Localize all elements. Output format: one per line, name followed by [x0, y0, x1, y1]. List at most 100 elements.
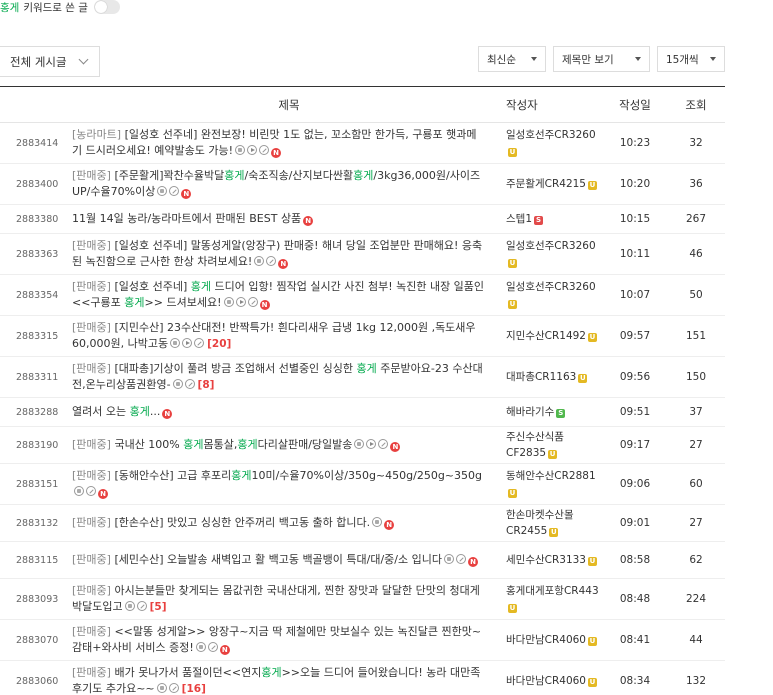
post-number: 2883151: [0, 463, 72, 505]
post-title-link[interactable]: [판매중] [일성호 선주네] 말똥성게알(앙장구) 판매중! 해녀 당일 조업…: [72, 239, 482, 268]
post-author-cell: 주문활게CR4215 U: [506, 163, 603, 205]
post-title-link[interactable]: [판매중] 배가 못나가서 품절이던<<연지홍게>>오늘 드디어 들어왔습니다!…: [72, 666, 480, 695]
post-author-cell: 일성호선주CR3260 U: [506, 122, 603, 164]
post-title-text: [대파총]기상이 풀려 방금 조업해서 선별중인 싱싱한: [114, 362, 357, 375]
table-row[interactable]: 2883363 [판매중] [일성호 선주네] 말똥성게알(앙장구) 판매중! 해…: [0, 233, 725, 275]
table-row[interactable]: 2883190 [판매중] 국내산 100% 홍게몸통살,홍게다리살판매/당일발송…: [0, 426, 725, 464]
post-title-text: [동해안수산] 고급 후포리: [114, 469, 232, 482]
table-row[interactable]: 2883400 [판매중] [주문활게]꽉찬수율박달홍게/숙조직송/산지보다싼활홍…: [0, 163, 725, 205]
post-title-link[interactable]: [판매중] [대파총]기상이 풀려 방금 조업해서 선별중인 싱싱한 홍게 주문…: [72, 362, 483, 391]
table-row[interactable]: 2883132 [판매중] [한손수산] 맛있고 싱싱한 안주꺼리 백고동 출하 …: [0, 504, 725, 542]
post-number: 2883414: [0, 122, 72, 164]
post-title-cell: [판매중] <<말똥 성게알>> 앙장구~지금 딱 제철에만 맛보실수 있는 녹…: [72, 619, 506, 661]
post-author[interactable]: 해바라기수: [506, 406, 554, 418]
post-author[interactable]: 일성호선주CR3260: [506, 129, 596, 141]
post-title-link[interactable]: [판매중] 국내산 100% 홍게몸통살,홍게다리살판매/당일발송: [72, 438, 352, 451]
image-icon: [74, 486, 84, 496]
table-row[interactable]: 2883354 [판매중] [일성호 선주네] 홍게 드디어 입항! 찜작업 실시…: [0, 274, 725, 316]
keyword-toggle[interactable]: [93, 0, 120, 14]
post-title-cell: [판매중] 아시는분들만 찾게되는 몸값귀한 국내산대게, 찐한 장맛과 달달한…: [72, 578, 506, 620]
table-row[interactable]: 2883115 [판매중] [세민수산] 오늘발송 새벽입고 활 백고동 백골뱅이…: [0, 541, 725, 579]
post-author-cell: 바다만남CR4060 U: [506, 660, 603, 695]
post-author[interactable]: 지민수산CR1492: [506, 330, 586, 342]
member-rank-icon: S: [534, 216, 544, 225]
member-rank-icon: S: [556, 409, 566, 418]
post-table: 제목 작성자 작성일 조회 2883414 [농라마트] [일성호 선주네] 완전…: [0, 86, 725, 695]
post-author[interactable]: 일성호선주CR3260: [506, 240, 596, 252]
table-row[interactable]: 2883315 [판매중] [지민수산] 23수산대전! 반짝특가! 흰다리새우 …: [0, 315, 725, 357]
post-views: 60: [667, 463, 725, 505]
table-row[interactable]: 2883060 [판매중] 배가 못나가서 품절이던<<연지홍게>>오늘 드디어 …: [0, 660, 725, 695]
image-icon: [444, 554, 454, 564]
post-date: 09:17: [603, 426, 667, 464]
comment-count[interactable]: [20]: [207, 338, 231, 350]
table-row[interactable]: 2883070 [판매중] <<말똥 성게알>> 앙장구~지금 딱 제철에만 맛보…: [0, 619, 725, 661]
post-number: 2883380: [0, 204, 72, 234]
member-rank-icon: U: [578, 374, 588, 383]
table-row[interactable]: 2883414 [농라마트] [일성호 선주네] 완전보장! 비린맛 1도 없는,…: [0, 122, 725, 164]
post-number: 2883363: [0, 233, 72, 275]
post-author[interactable]: 한손마켓수산몰CR2455: [506, 509, 574, 537]
view-mode-select[interactable]: 제목만 보기: [553, 46, 650, 72]
post-author[interactable]: 스텝1: [506, 213, 532, 225]
table-row[interactable]: 2883288 열려서 오는 홍게... N 해바라기수 S 09:51 37: [0, 397, 725, 427]
table-row[interactable]: 2883093 [판매중] 아시는분들만 찾게되는 몸값귀한 국내산대게, 찐한 …: [0, 578, 725, 620]
post-number: 2883190: [0, 426, 72, 464]
comment-count[interactable]: [16]: [182, 683, 206, 695]
keyword-filter: 홍게 키워드로 쓴 글: [0, 0, 120, 14]
attachment-icon: [266, 256, 277, 266]
post-title-link[interactable]: [판매중] [세민수산] 오늘발송 새벽입고 활 백고동 백골뱅이 특대/대/중…: [72, 553, 442, 566]
member-rank-icon: U: [508, 300, 517, 309]
post-author[interactable]: 바다만남CR4060: [506, 675, 586, 687]
comment-count[interactable]: [8]: [198, 379, 215, 391]
post-title-text: <<말똥 성게알>> 앙장구~지금 딱 제철에만 맛보실수 있는 녹진달큰 찐한…: [72, 625, 482, 654]
per-page-select-label: 15개씩: [666, 53, 699, 66]
new-icon: N: [468, 557, 478, 567]
post-author[interactable]: 바다만남CR4060: [506, 634, 586, 646]
board-select[interactable]: 전체 게시글: [0, 46, 100, 77]
post-title-text: >> 드셔보세요!: [144, 296, 222, 309]
keyword-text: 홍게: [0, 1, 20, 14]
table-row[interactable]: 2883151 [판매중] [동해안수산] 고급 후포리홍게10미/수율70%이상…: [0, 463, 725, 505]
post-date: 10:15: [603, 204, 667, 234]
sort-select-label: 최신순: [487, 53, 516, 66]
post-category: [판매중]: [72, 169, 115, 182]
comment-count[interactable]: [5]: [150, 601, 167, 613]
post-author[interactable]: 대파총CR1163: [506, 371, 576, 383]
image-icon: [372, 517, 383, 527]
image-icon: [195, 642, 206, 652]
post-number: 2883354: [0, 274, 72, 316]
post-category: [판매중]: [72, 625, 115, 638]
post-views: 151: [667, 315, 725, 357]
post-title-link[interactable]: [판매중] <<말똥 성게알>> 앙장구~지금 딱 제철에만 맛보실수 있는 녹…: [72, 625, 481, 654]
member-rank-icon: U: [508, 604, 517, 613]
post-title-text: /숙조직송/산지보다싼활: [244, 169, 354, 182]
post-author[interactable]: 주문활게CR4215: [506, 178, 586, 190]
post-author[interactable]: 일성호선주CR3260: [506, 281, 596, 293]
post-category: [판매중]: [72, 469, 115, 482]
post-date: 10:07: [603, 274, 667, 316]
post-title-link[interactable]: [판매중] [지민수산] 23수산대전! 반짝특가! 흰다리새우 급냉 1kg …: [72, 321, 476, 350]
post-title-link[interactable]: [판매중] [주문활게]꽉찬수율박달홍게/숙조직송/산지보다싼활홍게/3kg36…: [72, 169, 480, 198]
table-row[interactable]: 2883311 [판매중] [대파총]기상이 풀려 방금 조업해서 선별중인 싱싱…: [0, 356, 725, 398]
table-row[interactable]: 2883380 11월 14일 농라/농라마트에서 판매된 BEST 상품 N 스텝1…: [0, 204, 725, 234]
chevron-down-icon: [78, 54, 89, 65]
post-author[interactable]: 홍게대게포항CR443: [506, 585, 599, 597]
post-title-link[interactable]: 11월 14일 농라/농라마트에서 판매된 BEST 상품: [72, 212, 301, 225]
post-date: 09:56: [603, 356, 667, 398]
post-author[interactable]: 동해안수산CR2881: [506, 470, 596, 482]
keyword-highlight: 홍게: [353, 169, 374, 182]
post-author[interactable]: 세민수산CR3133: [506, 554, 586, 566]
post-title-cell: 11월 14일 농라/농라마트에서 판매된 BEST 상품 N: [72, 204, 506, 234]
post-author-cell: 일성호선주CR3260 U: [506, 274, 603, 316]
attachment-icon: [378, 439, 389, 449]
sort-select[interactable]: 최신순: [478, 46, 546, 72]
member-rank-icon: U: [508, 259, 517, 268]
post-title-text: [주문활게]꽉찬수율박달: [114, 169, 225, 182]
post-title-link[interactable]: [판매중] [일성호 선주네] 홍게 드디어 입항! 찜작업 실시간 사진 첨부…: [72, 280, 484, 309]
per-page-select[interactable]: 15개씩: [657, 46, 725, 72]
post-title-link[interactable]: 열려서 오는 홍게...: [72, 405, 160, 418]
post-title-link[interactable]: [판매중] [동해안수산] 고급 후포리홍게10미/수율70%이상/350g~4…: [72, 469, 482, 482]
post-title-link[interactable]: [판매중] [한손수산] 맛있고 싱싱한 안주꺼리 백고동 출하 합니다.: [72, 516, 370, 529]
post-title-text: 몸통살,: [203, 438, 238, 451]
